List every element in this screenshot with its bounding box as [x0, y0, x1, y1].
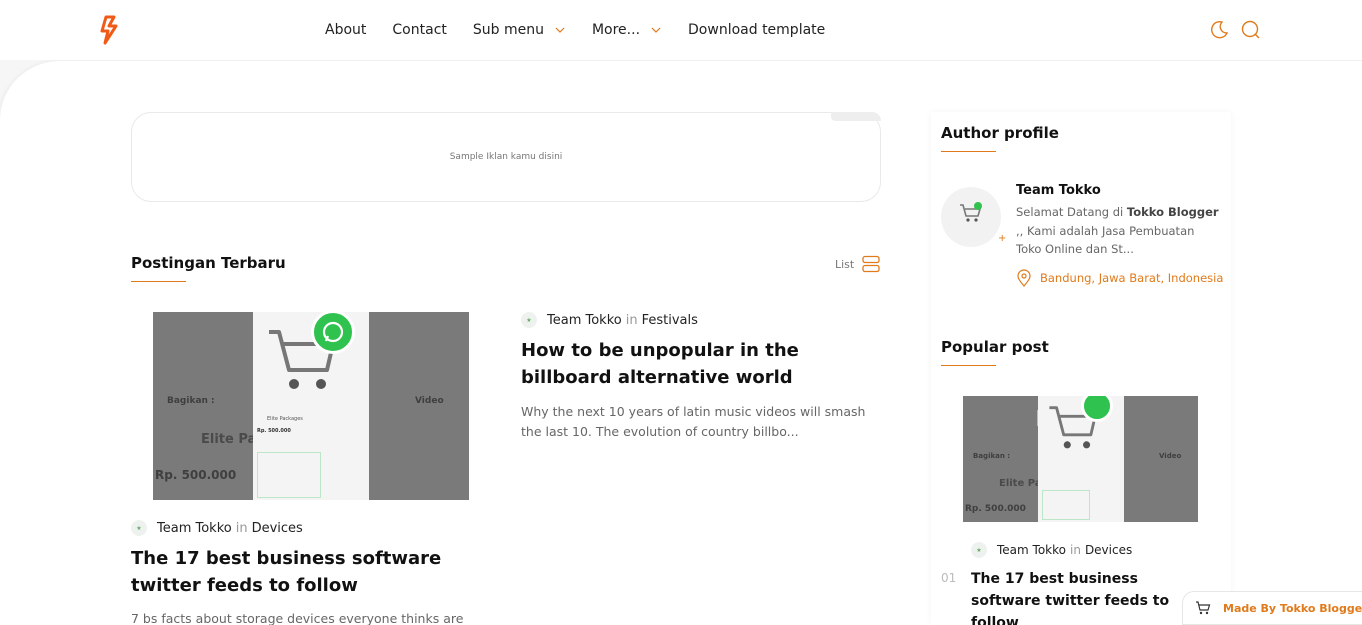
lightning-logo-icon[interactable]: [98, 14, 122, 46]
made-by-badge[interactable]: Made By Tokko Blogger. (: [1182, 591, 1362, 625]
post-excerpt: Why the next 10 years of latin music vid…: [521, 404, 866, 439]
author-avatar: ★: [131, 520, 147, 536]
post-author[interactable]: Team Tokko: [997, 543, 1066, 557]
post-excerpt: 7 bs facts about storage devices everyon…: [131, 611, 464, 625]
search-icon[interactable]: [1241, 20, 1261, 40]
made-by-text: Made By Tokko Blogger. (: [1223, 601, 1362, 615]
thumb-video-text: Video: [1159, 452, 1182, 460]
nav-label: Sub menu: [472, 22, 544, 38]
author-avatar: ★: [521, 312, 537, 328]
post-in: in: [235, 520, 248, 536]
thumb-share-text: Bagikan :: [167, 396, 215, 406]
nav-item-contact[interactable]: Contact: [392, 22, 446, 38]
main-nav: About Contact Sub menu More... Download …: [325, 0, 851, 60]
thumb-price-text: Rp. 500.000: [155, 468, 237, 482]
plus-icon: +: [998, 233, 1007, 244]
author-name[interactable]: Team Tokko: [1016, 183, 1101, 198]
author-avatar: ★: [971, 542, 987, 558]
author-profile-title: Author profile: [941, 124, 1059, 142]
moon-icon[interactable]: [1209, 20, 1229, 40]
bio-bold: Tokko Blogger: [1126, 205, 1219, 219]
list-layout-icon: [862, 255, 880, 273]
nav-item-sub-menu[interactable]: Sub menu: [473, 22, 566, 38]
thumb-card-title: Elite Packages: [267, 416, 303, 422]
post-author[interactable]: Team Tokko: [547, 313, 622, 328]
post-title[interactable]: How to be unpopular in the billboard alt…: [521, 337, 871, 391]
list-view-label: List: [835, 257, 855, 271]
post-title[interactable]: The 17 best business software twitter fe…: [131, 545, 481, 599]
nav-item-download-template[interactable]: Download template: [688, 22, 825, 38]
post-category[interactable]: Devices: [1085, 543, 1132, 557]
post-category[interactable]: Devices: [252, 521, 303, 536]
list-view-toggle[interactable]: List: [835, 255, 880, 273]
section-underline: [131, 281, 186, 282]
cart-icon: [1196, 601, 1211, 615]
section-title: Postingan Terbaru: [131, 254, 286, 272]
author-location: Bandung, Jawa Barat, Indonesia: [1016, 269, 1223, 287]
section-underline: [941, 365, 996, 366]
author-avatar[interactable]: +: [941, 187, 1006, 247]
chevron-down-icon: [651, 27, 661, 33]
post-in: in: [625, 312, 638, 328]
section-underline: [941, 151, 996, 152]
ad-placeholder[interactable]: Sample Iklan kamu disini: [131, 112, 881, 202]
popular-post-link[interactable]: The 17 best business software twitter fe…: [971, 568, 1211, 625]
nav-label: Contact: [392, 22, 447, 38]
post-thumbnail[interactable]: Bagikan : Video Elite Pa Rp. 500.000 Eli…: [153, 312, 469, 500]
post-meta: ★ Team Tokko in Devices: [971, 542, 1132, 558]
nav-label: Download template: [688, 22, 826, 38]
chevron-down-icon: [555, 27, 565, 33]
ad-tag: [831, 112, 881, 121]
bio-text: ,, Kami adalah Jasa Pembuatan Toko Onlin…: [1016, 223, 1195, 257]
post-author[interactable]: Team Tokko: [157, 521, 232, 536]
thumb-card-price: Rp. 500.000: [257, 428, 291, 434]
thumb-price-text: Rp. 500.000: [965, 504, 1026, 514]
sidebar: Author profile + Team Tokko Selamat Data…: [931, 112, 1231, 625]
nav-label: More...: [591, 22, 641, 38]
author-bio: Selamat Datang di Tokko Blogger ,, Kami …: [1016, 203, 1221, 259]
thumb-card: [1038, 396, 1124, 522]
post-in: in: [1069, 543, 1081, 557]
thumb-share-text: Bagikan :: [973, 452, 1011, 460]
thumb-elite-text: Elite Pa: [999, 478, 1042, 489]
post-meta: ★ Team Tokko in Devices: [131, 520, 303, 536]
whatsapp-icon: [311, 312, 355, 354]
thumb-elite-text: Elite Pa: [201, 432, 257, 447]
post-category[interactable]: Festivals: [642, 313, 698, 328]
thumb-video-text: Video: [415, 396, 444, 406]
location-pin-icon: [1017, 269, 1031, 287]
cart-logo-icon: [960, 202, 982, 222]
popular-rank: 01: [941, 571, 957, 585]
site-header: About Contact Sub menu More... Download …: [0, 0, 1362, 60]
ad-text: Sample Iklan kamu disini: [449, 152, 563, 162]
nav-item-about[interactable]: About: [325, 22, 366, 38]
post-meta: ★ Team Tokko in Festivals: [521, 312, 698, 328]
location-text: Bandung, Jawa Barat, Indonesia: [1040, 271, 1224, 285]
popular-post-title: Popular post: [941, 338, 1049, 356]
nav-label: About: [325, 22, 367, 38]
nav-item-more[interactable]: More...: [592, 22, 662, 38]
bio-text: Selamat Datang di: [1016, 205, 1127, 219]
popular-thumbnail[interactable]: Bagikan : Video Elite Pa Rp. 500.000: [963, 396, 1198, 522]
